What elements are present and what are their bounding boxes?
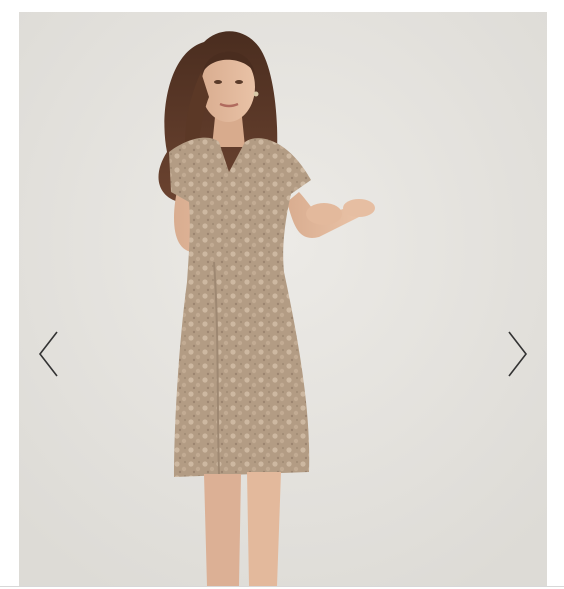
product-photo[interactable] <box>19 12 547 586</box>
right-eye <box>235 80 243 84</box>
previous-image-button[interactable] <box>37 330 63 378</box>
gallery-divider <box>0 586 564 587</box>
chevron-left-icon <box>38 331 58 377</box>
product-photo-illustration <box>19 12 547 586</box>
left-leg <box>204 474 241 586</box>
left-hand <box>306 203 342 225</box>
chevron-right-icon <box>508 331 528 377</box>
next-image-button[interactable] <box>503 330 529 378</box>
right-leg <box>247 472 281 586</box>
earring-right <box>253 91 259 97</box>
right-hand <box>343 199 375 217</box>
dress <box>169 137 311 477</box>
left-eye <box>214 80 222 84</box>
product-image-gallery <box>0 0 564 589</box>
